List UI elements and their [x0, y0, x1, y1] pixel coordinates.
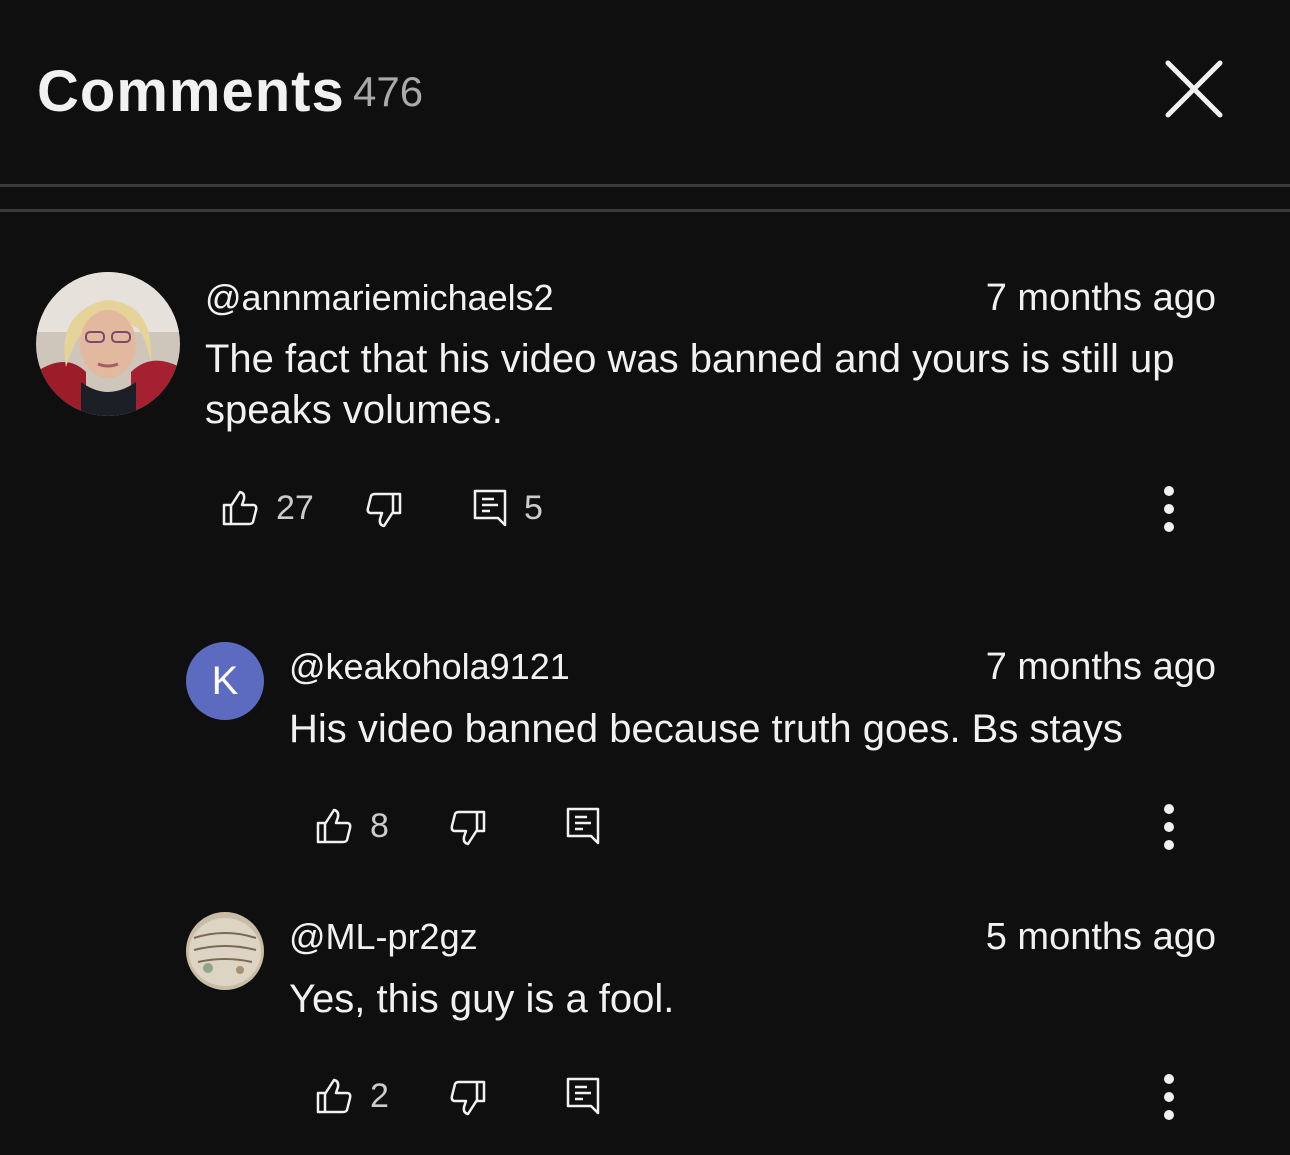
more-vertical-icon: [1164, 804, 1174, 814]
more-options-button[interactable]: [1154, 1070, 1184, 1130]
reply-icon: [473, 489, 507, 527]
reply-count: 5: [524, 488, 543, 527]
comment-author[interactable]: @annmariemichaels2: [205, 277, 554, 319]
close-icon: [1165, 60, 1223, 118]
close-button[interactable]: [1160, 55, 1228, 123]
like-button[interactable]: 2: [314, 1076, 389, 1116]
comment-time: 5 months ago: [985, 916, 1216, 958]
reply-icon: [566, 1077, 600, 1115]
dislike-button[interactable]: [448, 1078, 488, 1118]
like-button[interactable]: 8: [314, 806, 389, 846]
comment-text: His video banned because truth goes. Bs …: [289, 707, 1123, 751]
avatar[interactable]: K: [186, 642, 264, 720]
comment-author[interactable]: @ML-pr2gz: [289, 916, 478, 958]
more-vertical-icon: [1164, 1074, 1174, 1084]
reply-icon: [566, 807, 600, 845]
sort-divider: [0, 209, 1290, 212]
like-count: 2: [370, 1076, 389, 1115]
header-divider: [0, 184, 1290, 187]
comment-author[interactable]: @keakohola9121: [289, 646, 570, 688]
more-options-button[interactable]: [1154, 800, 1184, 860]
like-button[interactable]: 27: [220, 488, 314, 528]
like-count: 8: [370, 806, 389, 845]
reply-button[interactable]: [565, 806, 601, 846]
comments-title: Comments: [37, 59, 345, 124]
more-options-button[interactable]: [1154, 482, 1184, 542]
thumbs-down-icon: [450, 810, 486, 846]
more-vertical-icon: [1164, 486, 1174, 496]
reply-button[interactable]: 5: [472, 488, 543, 528]
thumbs-up-icon: [316, 1078, 352, 1114]
avatar[interactable]: [186, 912, 264, 990]
reply-button[interactable]: [565, 1076, 601, 1116]
thumbs-down-icon: [450, 1080, 486, 1116]
avatar-letter: K: [211, 658, 239, 703]
like-count: 27: [276, 488, 314, 527]
dislike-button[interactable]: [448, 808, 488, 848]
thumbs-up-icon: [222, 490, 258, 526]
thumbs-up-icon: [316, 808, 352, 844]
comments-header: Comments 476: [0, 0, 1290, 186]
thumbs-down-icon: [366, 492, 402, 528]
comment-text: Yes, this guy is a fool.: [289, 977, 675, 1021]
comment-time: 7 months ago: [985, 646, 1216, 688]
comment-time: 7 months ago: [985, 277, 1216, 319]
avatar[interactable]: [36, 272, 180, 416]
comments-count: 476: [353, 68, 424, 115]
comment-text: The fact that his video was banned and y…: [205, 337, 1175, 432]
dislike-button[interactable]: [364, 490, 404, 530]
